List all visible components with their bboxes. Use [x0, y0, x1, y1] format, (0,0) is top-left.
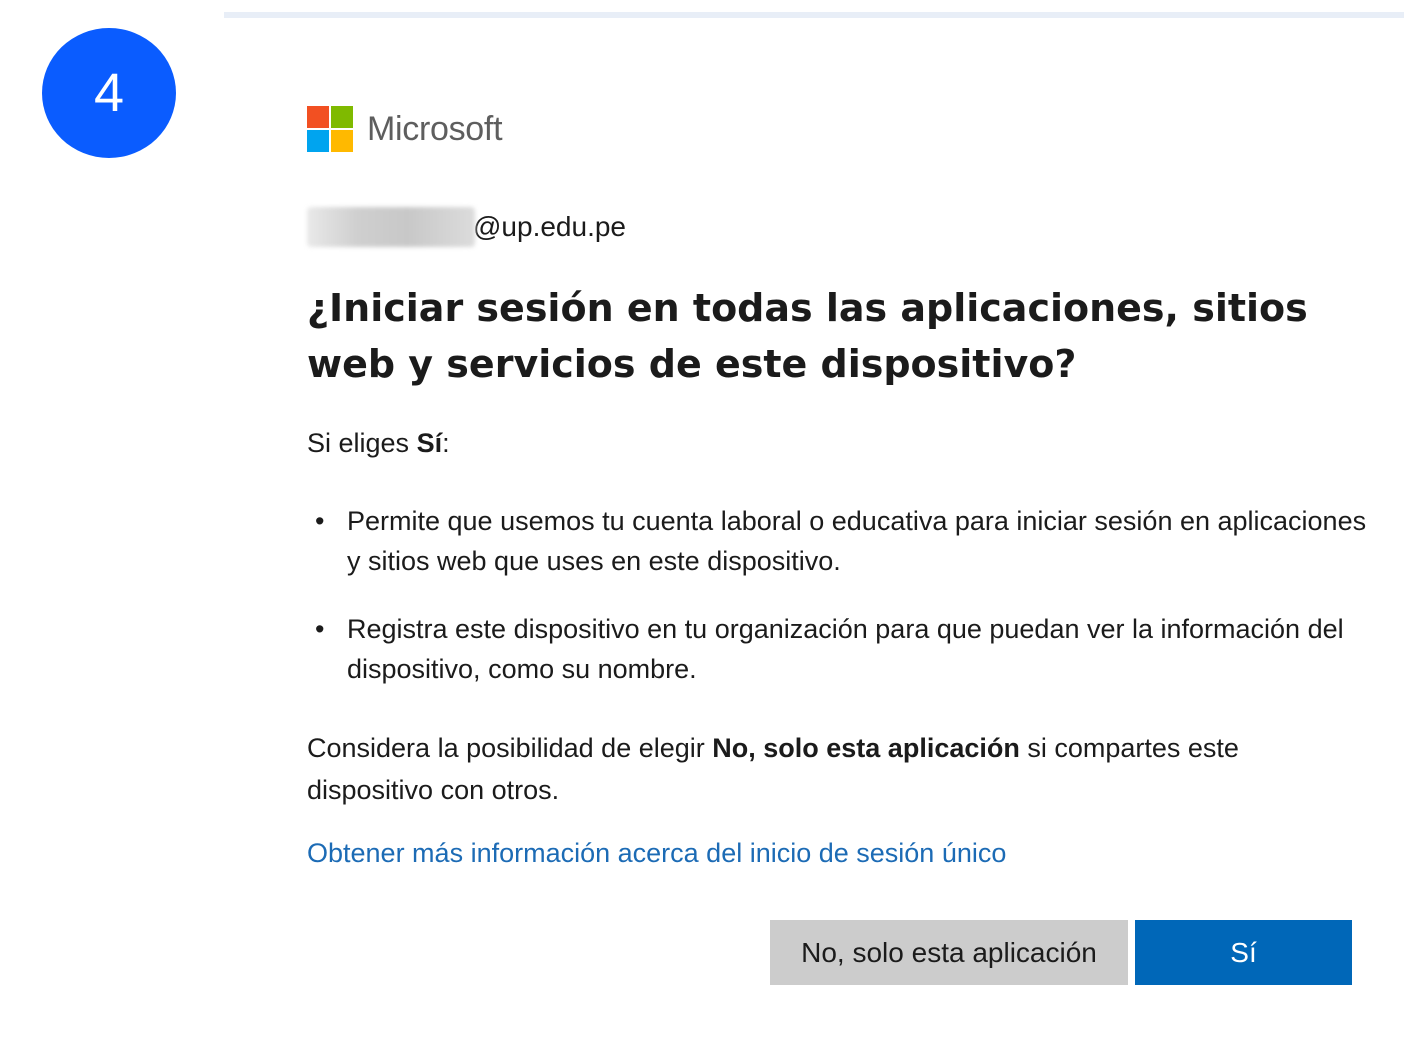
brand-header: Microsoft: [307, 105, 1367, 153]
yes-button[interactable]: Sí: [1135, 920, 1352, 985]
note-prefix: Considera la posibilidad de elegir: [307, 733, 713, 763]
learn-more-sso-link[interactable]: Obtener más información acerca del inici…: [307, 833, 1006, 873]
no-only-this-app-button[interactable]: No, solo esta aplicación: [770, 920, 1128, 985]
redacted-username: [307, 207, 475, 247]
account-identifier: @up.edu.pe: [307, 205, 626, 249]
dialog-title: ¿Iniciar sesión en todas las aplicacione…: [307, 286, 1308, 386]
intro-suffix: :: [442, 428, 450, 458]
microsoft-logo-icon: [307, 106, 353, 152]
sso-consent-dialog: Microsoft @up.edu.pe ¿Iniciar sesión en …: [307, 105, 1367, 985]
list-item: Permite que usemos tu cuenta laboral o e…: [315, 501, 1367, 581]
step-number-badge: 4: [42, 28, 176, 158]
consequences-list: Permite que usemos tu cuenta laboral o e…: [307, 501, 1367, 717]
note-bold: No, solo esta aplicación: [712, 733, 1020, 763]
account-domain: @up.edu.pe: [473, 211, 626, 242]
list-item: Registra este dispositivo en tu organiza…: [315, 609, 1367, 689]
brand-name: Microsoft: [367, 109, 503, 148]
top-divider: [224, 12, 1404, 18]
intro-text: Si eliges Sí:: [307, 425, 450, 461]
intro-bold: Sí: [416, 428, 443, 458]
shared-device-note: Considera la posibilidad de elegir No, s…: [307, 727, 1367, 811]
step-number: 4: [93, 63, 125, 123]
intro-prefix: Si eliges: [307, 428, 417, 458]
